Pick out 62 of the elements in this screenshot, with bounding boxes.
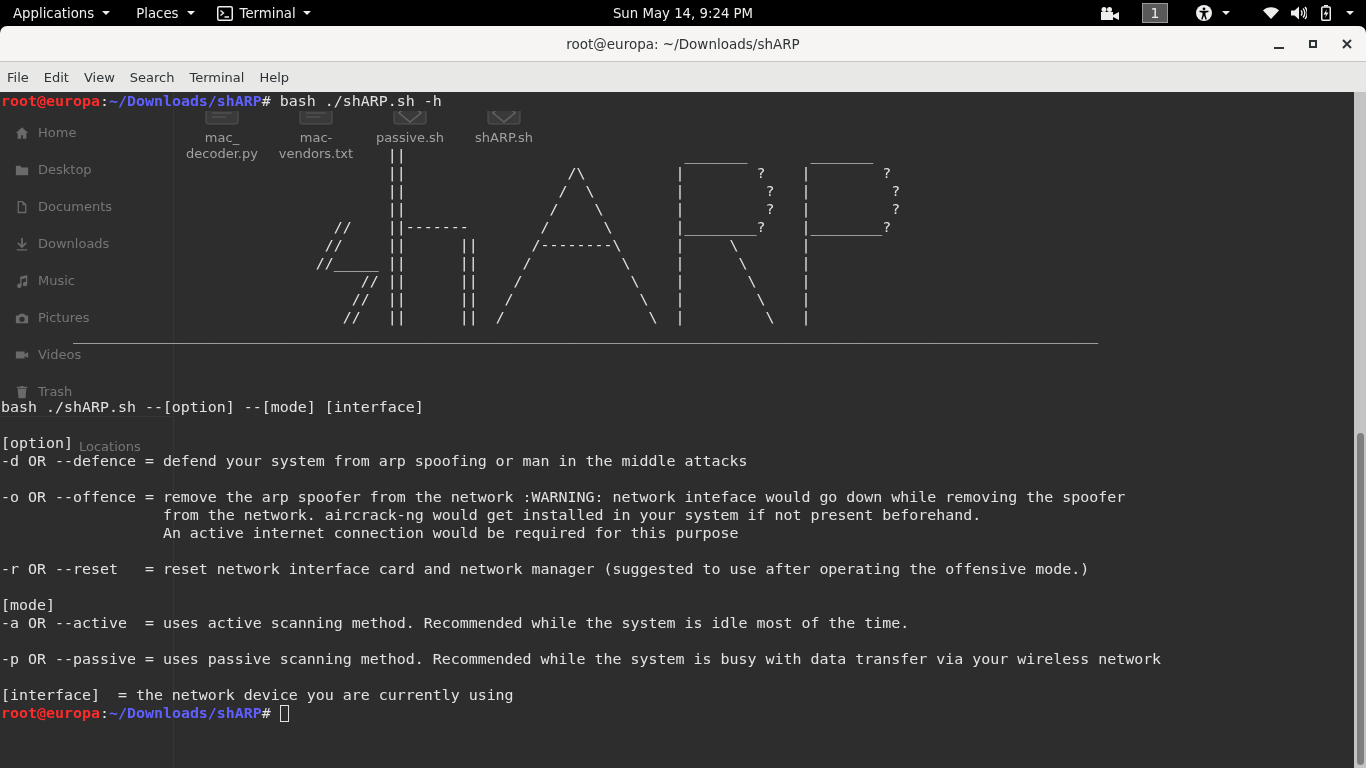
caret-icon[interactable] [1222,11,1230,15]
output-line: -r OR --reset = reset network interface card and network manager (suggested to use after operating the offensive mode.) [1,561,1090,577]
ascii-art-line: // || || / \ | \ | [342,309,811,325]
file-name: shARP.sh [475,130,533,146]
output-line: -p OR --passive = uses passive scanning method. Recommended while the system is busy with data transfer via your wireless network [1,651,1162,667]
download-icon [15,236,29,251]
output-line: [option] [1,435,73,451]
terminal-app-icon [216,5,233,21]
caret-icon [102,11,111,15]
wifi-icon[interactable] [1263,7,1279,19]
output-line: [interface] = the network device you are currently using [1,687,514,703]
shell-prompt: root@europa:~/Downloads/shARP# [1,704,271,722]
menu-item[interactable]: View [76,65,123,89]
video-camera-icon[interactable] [1101,6,1119,20]
scrollbar-thumb[interactable] [1357,433,1364,765]
ascii-art-line: __________________________________________________________________________________________________________________ [72,327,1099,343]
close-icon [1342,38,1352,49]
window-title: root@europa: ~/Downloads/shARP [566,35,800,52]
file-name: mac_ decoder.py [186,130,258,162]
menu-item[interactable]: Terminal [182,65,252,89]
output-line: from the network. aircrack-ng would get installed in your system if not present beforehand. [162,507,982,523]
output-line: -d OR --defence = defend your system from arp spoofing or man in the middle attacks [1,453,748,469]
trash-icon [15,384,29,399]
music-note-icon [15,273,29,288]
caret-icon [186,11,195,15]
top-bar-menu[interactable]: Places [123,0,208,26]
document-icon [15,199,29,214]
menu-item[interactable]: File [0,65,37,89]
caret-icon [302,11,311,15]
ascii-art-line: // || || /--------\ | \ | [324,237,811,253]
ascii-art-line: // ||------- / \ |________? |________? [333,219,892,235]
output-line: [mode] [1,597,55,613]
ascii-art-line: //_____ || || / \ | \ | [315,255,811,271]
command-text: bash ./shARP.sh -h [279,92,442,110]
top-bar-menu[interactable]: Applications [0,0,124,26]
output-line: bash ./shARP.sh --[option] --[mode] [interface] [1,399,424,415]
top-bar-menu[interactable]: Terminal [207,0,324,26]
ascii-art-line: // || || / \ | \ | [360,273,811,289]
ascii-art-line: || /\ | ? | ? [387,165,892,181]
minimize-icon [1274,46,1284,49]
workspace-indicator[interactable]: 1 [1142,3,1168,23]
output-line: An active internet connection would be required for this purpose [162,525,739,541]
file-name: passive.sh [375,130,445,146]
menu-item[interactable]: Search [122,65,182,89]
ascii-art-line: // || || / \ | \ | [351,291,811,307]
file-name: mac- vendors.txt [278,130,354,162]
ascii-art-line: || / \ | ? | ? [387,201,901,217]
clock[interactable]: Sun May 14, 9:24 PM [612,5,754,21]
home-icon [15,125,29,140]
output-line: -a OR --active = uses active scanning method. Recommended while the system is idle most of the time. [1,615,910,631]
maximize-icon [1309,39,1317,48]
output-line: -o OR --offence = remove the arp spoofer from the network :WARNING: network inteface would go down while removing the spoofer [1,489,1126,505]
menu-item[interactable]: Help [251,65,297,89]
ascii-art-line: || _______ _______ [387,147,874,163]
menu-item[interactable]: Edit [36,65,77,89]
ascii-art-line: || / \ | ? | ? [387,183,901,199]
battery-charging-icon[interactable] [1321,5,1331,21]
scrollbar-track[interactable] [1354,92,1366,768]
accessibility-icon[interactable] [1196,5,1212,21]
caret-icon[interactable] [1346,11,1354,15]
volume-icon[interactable] [1291,6,1307,20]
shell-prompt: root@europa:~/Downloads/shARP# [1,92,271,110]
